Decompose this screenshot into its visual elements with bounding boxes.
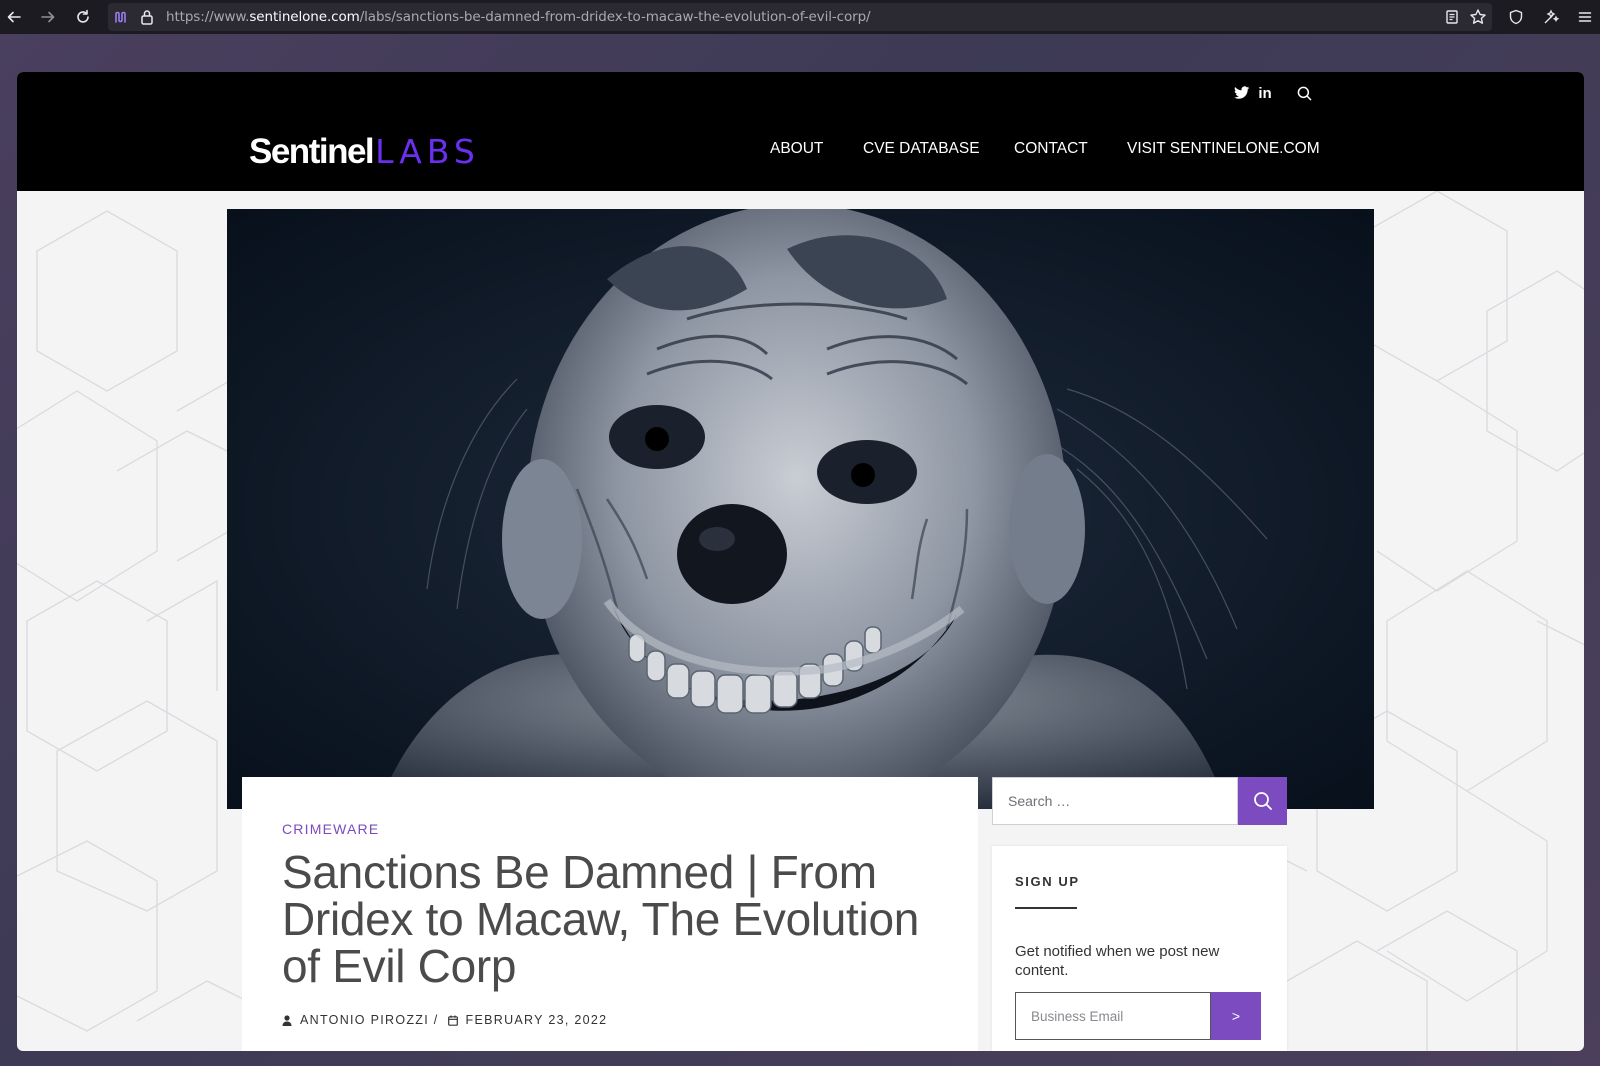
article-header-card: CRIMEWARE Sanctions Be Damned | From Dri… (242, 777, 978, 1051)
back-icon[interactable] (3, 6, 25, 28)
signup-title: SIGN UP (1015, 874, 1080, 889)
sidebar-search (992, 777, 1287, 825)
lock-icon[interactable] (136, 6, 158, 28)
sentinel-labs-logo[interactable]: Sentinel LABS (249, 132, 480, 172)
article-category[interactable]: CRIMEWARE (282, 821, 379, 837)
reload-icon[interactable] (72, 6, 94, 28)
shield-icon[interactable] (1505, 6, 1527, 28)
signup-description: Get notified when we post new content. (1015, 943, 1220, 979)
author-icon (282, 1014, 292, 1026)
signup-submit-button[interactable]: > (1211, 992, 1261, 1040)
address-bar[interactable]: https://www.sentinelone.com/labs/sanctio… (108, 3, 1492, 31)
business-email-input[interactable] (1015, 992, 1211, 1040)
hero-image (227, 209, 1374, 809)
search-input[interactable] (992, 777, 1238, 825)
signup-divider (1015, 907, 1077, 909)
site-header: in Sentinel LABS ABOUT CVE DATABASE CONTA… (17, 72, 1584, 191)
nav-visit-sentinelone[interactable]: VISIT SENTINELONE.COM (1127, 140, 1320, 164)
nav-cve-database[interactable]: CVE DATABASE (863, 140, 980, 164)
menu-icon[interactable] (1574, 6, 1596, 28)
reader-view-icon[interactable] (1441, 6, 1463, 28)
article-meta: ANTONIO PIROZZI / FEBRUARY 23, 2022 (282, 1013, 607, 1027)
linkedin-icon[interactable]: in (1256, 84, 1274, 102)
nav-about[interactable]: ABOUT (770, 140, 823, 164)
extension-icon[interactable] (1540, 6, 1562, 28)
signup-widget: SIGN UP Get notified when we post new co… (992, 846, 1287, 1051)
search-submit-button[interactable] (1238, 777, 1287, 825)
forward-icon[interactable] (37, 6, 59, 28)
web-page: in Sentinel LABS ABOUT CVE DATABASE CONTA… (17, 72, 1584, 1051)
article-title: Sanctions Be Damned | From Dridex to Mac… (282, 846, 920, 992)
url-text[interactable]: https://www.sentinelone.com/labs/sanctio… (166, 9, 871, 25)
search-icon (1253, 792, 1272, 810)
twitter-icon[interactable] (1233, 84, 1251, 102)
nav-contact[interactable]: CONTACT (1014, 140, 1088, 164)
calendar-icon (447, 1015, 458, 1026)
article-author[interactable]: ANTONIO PIROZZI / (300, 1013, 439, 1027)
browser-toolbar: https://www.sentinelone.com/labs/sanctio… (0, 0, 1600, 34)
search-icon[interactable] (1295, 84, 1313, 102)
article-date: FEBRUARY 23, 2022 (465, 1013, 608, 1027)
tracking-protection-icon[interactable] (110, 6, 132, 28)
bookmark-star-icon[interactable] (1467, 6, 1489, 28)
